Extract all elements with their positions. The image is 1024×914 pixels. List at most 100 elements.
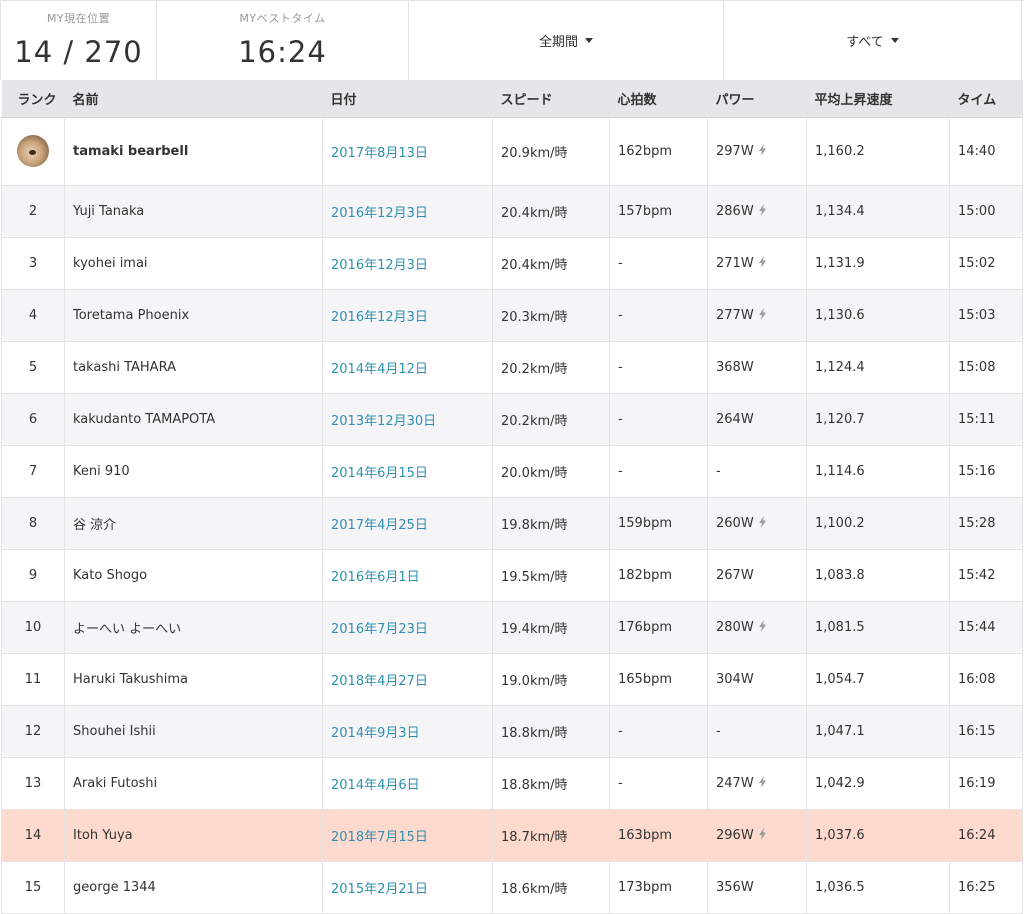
athlete-name[interactable]: Keni 910 [64, 445, 323, 498]
rank-cell: 9 [1, 549, 65, 602]
table-row: 7 Keni 910 2014年6月15日 20.0km/時 - -1,114.6 15:1… [1, 445, 1023, 498]
heart-rate-cell: 157bpm [609, 185, 708, 238]
time-cell: 15:11 [949, 393, 1023, 446]
speed-cell: 20.4km/時 [492, 185, 610, 238]
athlete-name[interactable]: Kato Shogo [64, 549, 323, 602]
table-row: 12 Shouhei Ishii 2014年9月3日 18.8km/時 - -1,047.… [1, 705, 1023, 758]
activity-date-link[interactable]: 2014年6月15日 [331, 466, 428, 481]
power-cell: - [707, 445, 807, 498]
activity-date-link[interactable]: 2017年4月25日 [331, 518, 428, 533]
col-header-time[interactable]: タイム [949, 80, 1023, 118]
table-row: tamaki bearbell 2017年8月13日 20.9km/時 162bpm 2… [1, 117, 1023, 186]
heart-rate-cell: - [609, 237, 708, 290]
power-cell: 264W [707, 393, 807, 446]
col-header-power[interactable]: パワー [707, 80, 807, 118]
rank-cell [1, 117, 65, 186]
rank-cell: 2 [1, 185, 65, 238]
speed-cell: 18.8km/時 [492, 705, 610, 758]
table-row: 15 george 1344 2015年2月21日 18.6km/時 173bpm 356… [1, 861, 1023, 914]
athlete-name[interactable]: よーへい よーへい [64, 601, 323, 654]
activity-date-link[interactable]: 2016年12月3日 [331, 206, 428, 221]
speed-cell: 19.0km/時 [492, 653, 610, 706]
col-header-speed[interactable]: スピード [492, 80, 610, 118]
col-header-heart-rate[interactable]: 心拍数 [609, 80, 708, 118]
avatar[interactable] [17, 135, 49, 167]
athlete-name[interactable]: Itoh Yuya [64, 809, 323, 862]
power-cell: 277W [707, 289, 807, 342]
activity-date-link[interactable]: 2016年12月3日 [331, 310, 428, 325]
athlete-name[interactable]: tamaki bearbell [64, 117, 323, 186]
activity-date-link[interactable]: 2015年2月21日 [331, 882, 428, 897]
col-header-rank[interactable]: ランク [1, 80, 65, 118]
activity-date-link[interactable]: 2016年7月23日 [331, 622, 428, 637]
power-value: 296W [716, 827, 754, 843]
rank-cell: 6 [1, 393, 65, 446]
speed-cell: 19.4km/時 [492, 601, 610, 654]
vam-cell: 1,134.4 [806, 185, 950, 238]
power-value: 356W [716, 879, 754, 895]
vam-cell: 1,037.6 [806, 809, 950, 862]
speed-cell: 20.3km/時 [492, 289, 610, 342]
time-cell: 15:16 [949, 445, 1023, 498]
activity-date-link[interactable]: 2018年4月27日 [331, 674, 428, 689]
power-meter-icon [754, 516, 767, 531]
rank-cell: 13 [1, 757, 65, 810]
power-value: 264W [716, 411, 754, 427]
time-cell: 16:25 [949, 861, 1023, 914]
athlete-name[interactable]: takashi TAHARA [64, 341, 323, 394]
athlete-name[interactable]: Shouhei Ishii [64, 705, 323, 758]
athlete-name[interactable]: kyohei imai [64, 237, 323, 290]
speed-cell: 20.2km/時 [492, 341, 610, 394]
heart-rate-cell: 162bpm [609, 117, 708, 186]
athlete-name[interactable]: kakudanto TAMAPOTA [64, 393, 323, 446]
activity-date-link[interactable]: 2013年12月30日 [331, 414, 436, 429]
rank-cell: 12 [1, 705, 65, 758]
power-cell: 356W [707, 861, 807, 914]
power-value: 286W [716, 203, 754, 219]
table-row: 11 Haruki Takushima 2018年4月27日 19.0km/時 165b… [1, 653, 1023, 706]
speed-cell: 18.6km/時 [492, 861, 610, 914]
power-meter-icon [754, 828, 767, 843]
rank-cell: 4 [1, 289, 65, 342]
table-header-row: ランク 名前 日付 スピード 心拍数 パワー 平均上昇速度 タイム [1, 80, 1023, 118]
activity-date-link[interactable]: 2017年8月13日 [331, 146, 428, 161]
period-filter-dropdown[interactable]: 全期間 [408, 1, 723, 80]
rank-cell: 11 [1, 653, 65, 706]
time-cell: 15:03 [949, 289, 1023, 342]
rank-cell: 14 [1, 809, 65, 862]
col-header-date[interactable]: 日付 [322, 80, 493, 118]
activity-date-link[interactable]: 2018年7月15日 [331, 830, 428, 845]
power-cell: 286W [707, 185, 807, 238]
power-meter-icon [754, 204, 767, 219]
table-row: 14 Itoh Yuya 2018年7月15日 18.7km/時 163bpm 296W 1… [1, 809, 1023, 862]
heart-rate-cell: - [609, 705, 708, 758]
col-header-vam[interactable]: 平均上昇速度 [806, 80, 950, 118]
athlete-name[interactable]: Yuji Tanaka [64, 185, 323, 238]
category-filter-dropdown[interactable]: すべて [723, 1, 1022, 80]
athlete-name[interactable]: Araki Futoshi [64, 757, 323, 810]
vam-cell: 1,160.2 [806, 117, 950, 186]
power-value: 260W [716, 515, 754, 531]
rank-cell: 15 [1, 861, 65, 914]
power-cell: 304W [707, 653, 807, 706]
activity-date-link[interactable]: 2014年4月12日 [331, 362, 428, 377]
vam-cell: 1,100.2 [806, 497, 950, 550]
heart-rate-cell: - [609, 393, 708, 446]
activity-date-link[interactable]: 2016年12月3日 [331, 258, 428, 273]
activity-date-link[interactable]: 2014年4月6日 [331, 778, 420, 793]
heart-rate-cell: 165bpm [609, 653, 708, 706]
activity-date-link[interactable]: 2014年9月3日 [331, 726, 420, 741]
athlete-name[interactable]: Haruki Takushima [64, 653, 323, 706]
activity-date-link[interactable]: 2016年6月1日 [331, 570, 420, 585]
rank-cell: 3 [1, 237, 65, 290]
power-meter-icon [754, 256, 767, 271]
time-cell: 15:44 [949, 601, 1023, 654]
athlete-name[interactable]: Toretama Phoenix [64, 289, 323, 342]
vam-cell: 1,131.9 [806, 237, 950, 290]
athlete-name[interactable]: 谷 涼介 [64, 497, 323, 550]
heart-rate-cell: - [609, 289, 708, 342]
speed-cell: 19.5km/時 [492, 549, 610, 602]
col-header-name[interactable]: 名前 [64, 80, 323, 118]
heart-rate-cell: 163bpm [609, 809, 708, 862]
athlete-name[interactable]: george 1344 [64, 861, 323, 914]
